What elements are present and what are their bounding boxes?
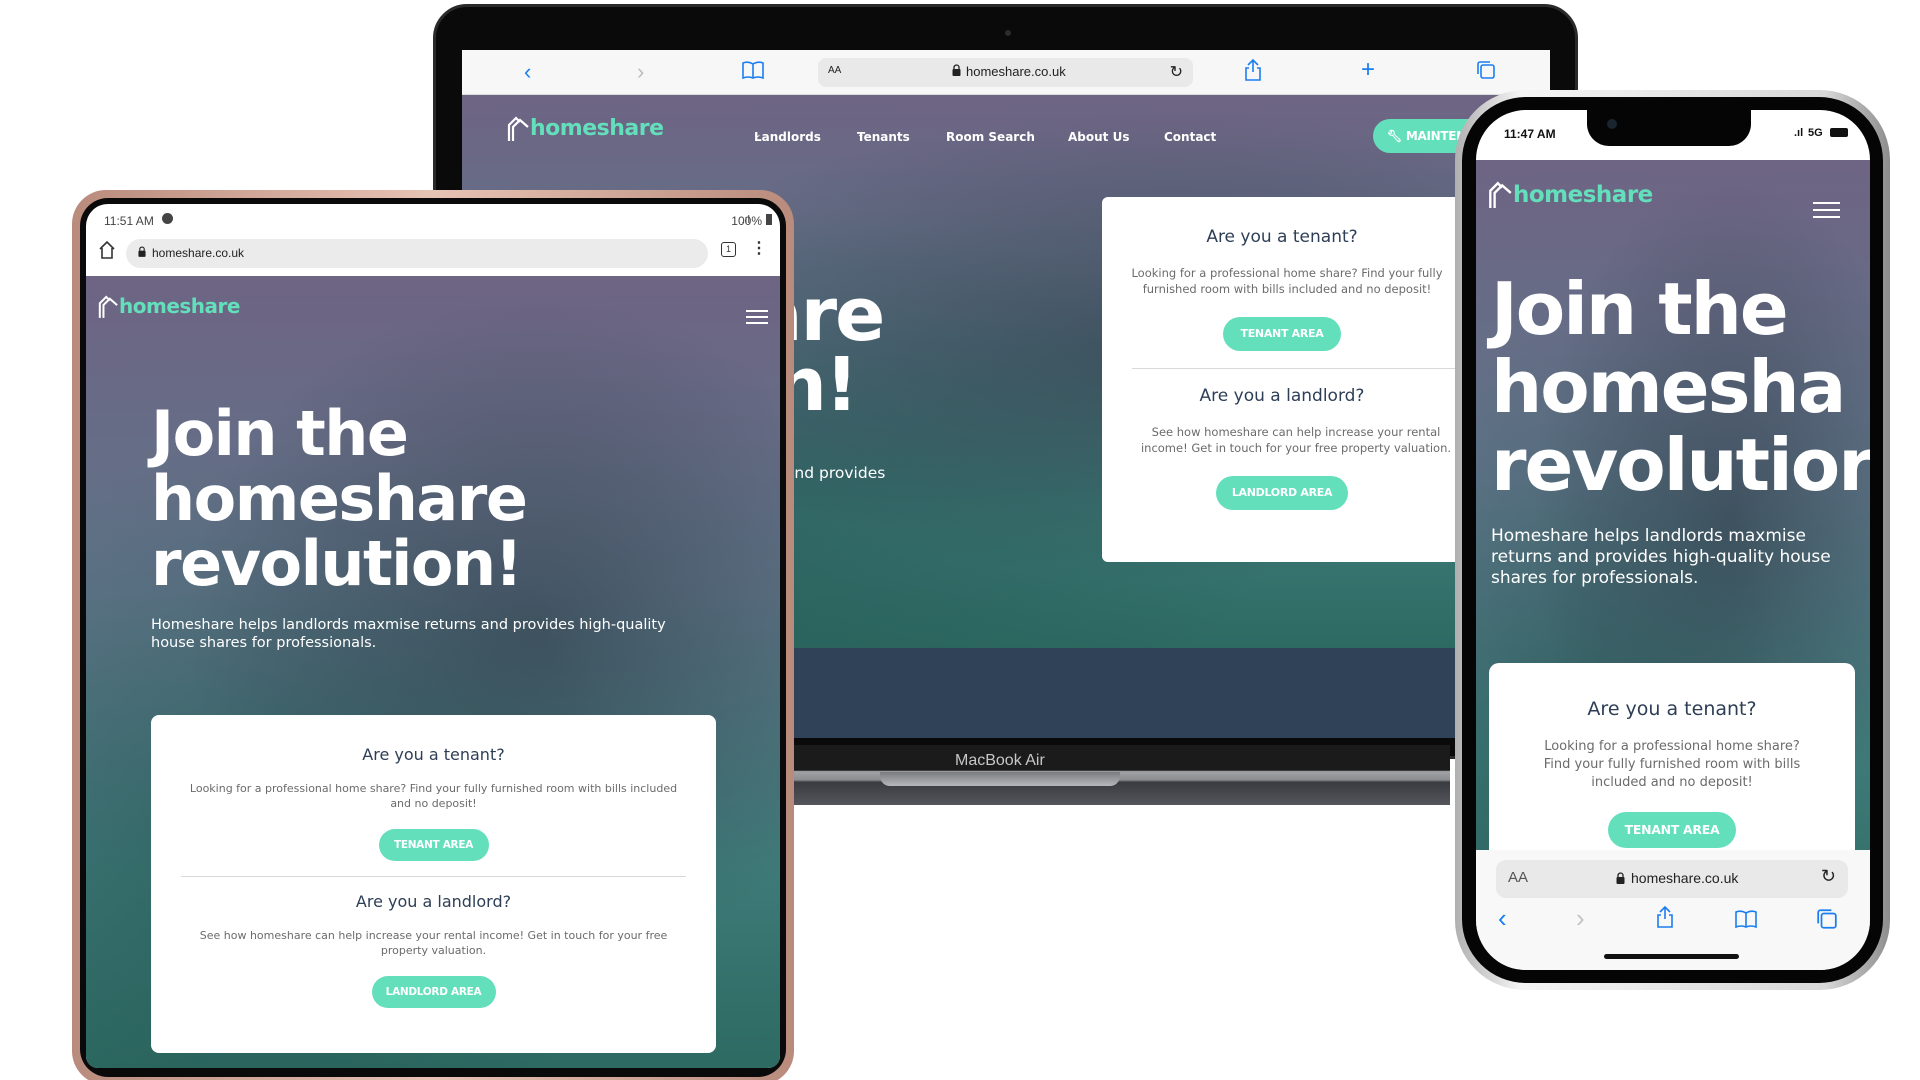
lock-icon: [952, 64, 961, 79]
tenant-area-button[interactable]: TENANT AREA: [1608, 812, 1736, 848]
forward-icon[interactable]: ›: [1576, 903, 1585, 934]
landlord-title: Are you a landlord?: [1199, 386, 1365, 406]
home-indicator[interactable]: [1604, 954, 1739, 959]
nav-label: Landlords: [754, 130, 821, 144]
reload-icon[interactable]: ↻: [1821, 866, 1836, 887]
bookmarks-icon[interactable]: [1734, 909, 1758, 934]
bookmarks-icon[interactable]: [742, 60, 764, 86]
logo-text: homeshare: [530, 116, 664, 141]
tablet-screen: 11:51 AM .ıl 100% homeshare.co.uk 1 ⋮ ho…: [86, 204, 780, 1068]
forward-icon[interactable]: ›: [637, 59, 644, 85]
url-text: homeshare.co.uk: [1631, 870, 1739, 886]
nav-room-search[interactable]: Room Search: [946, 130, 1035, 144]
logo-text: homeshare: [1513, 182, 1653, 208]
reload-icon[interactable]: ↻: [1170, 62, 1183, 82]
url-text: homeshare.co.uk: [152, 246, 245, 260]
wrench-icon: 🔧︎: [1387, 129, 1402, 143]
hamburger-menu-icon[interactable]: [746, 310, 768, 324]
tabs-icon[interactable]: [1816, 908, 1838, 935]
laptop-hinge-notch: [880, 772, 1120, 786]
battery-icon: [1830, 128, 1848, 137]
landlord-title: Are you a landlord?: [355, 892, 512, 911]
heading-line: Join the: [1491, 267, 1789, 351]
new-tab-icon[interactable]: +: [1361, 56, 1375, 84]
share-icon[interactable]: [1656, 905, 1674, 934]
chevron-down-icon: ⌄: [857, 130, 865, 140]
tabs-icon[interactable]: [1476, 60, 1496, 86]
signal-icon: .ıl: [1794, 127, 1804, 139]
hero-heading: Join the homeshare revolution!: [151, 397, 528, 600]
battery-percent: 100%: [731, 214, 762, 228]
address-bar[interactable]: AA homeshare.co.uk ↻: [1496, 860, 1848, 898]
landlord-area-button[interactable]: LANDLORD AREA: [1216, 476, 1348, 510]
address-bar[interactable]: homeshare.co.uk: [126, 239, 708, 268]
heading-line: Join the: [151, 397, 409, 470]
tenant-area-button[interactable]: TENANT AREA: [1223, 317, 1341, 351]
heading-line: revolutior: [1491, 423, 1870, 507]
tablet-hero: homeshare Join the homeshare revolution!…: [86, 276, 780, 1068]
back-icon[interactable]: ‹: [524, 59, 531, 85]
back-icon[interactable]: ‹: [1498, 903, 1507, 934]
spotify-icon: [162, 213, 173, 224]
lock-icon: [1616, 871, 1625, 887]
tenant-text: Looking for a professional home share? F…: [1131, 266, 1443, 296]
heading-line: homeshare: [151, 462, 528, 535]
house-logo-icon: [1489, 181, 1512, 208]
tenant-title: Are you a tenant?: [362, 745, 505, 764]
hero-subtitle: Homeshare helps landlords maxmise return…: [151, 617, 666, 651]
hero-heading: Join the homesha revolutior: [1491, 270, 1870, 504]
logo[interactable]: homeshare: [98, 294, 240, 318]
status-time: 11:51 AM: [104, 214, 154, 228]
laptop-camera: [1005, 30, 1011, 36]
phone-screen: 11:47 AM .ıl 5G homeshare Join the homes…: [1476, 110, 1870, 970]
nav-contact[interactable]: Contact: [1164, 130, 1216, 144]
safari-bottom-bar: AA homeshare.co.uk ↻ ‹ ›: [1476, 850, 1870, 970]
logo[interactable]: homeshare: [507, 115, 664, 141]
tablet-status-bar: 11:51 AM .ıl 100%: [86, 204, 780, 234]
divider: [1132, 368, 1462, 369]
subtitle-line: Homeshare helps landlords maxmise: [1491, 526, 1806, 546]
url-text: homeshare.co.uk: [966, 64, 1066, 79]
hamburger-menu-icon[interactable]: [1813, 202, 1840, 218]
status-time: 11:47 AM: [1504, 127, 1556, 141]
tenant-area-button[interactable]: TENANT AREA: [378, 829, 489, 861]
heading-line: homesha: [1491, 345, 1846, 429]
divider: [181, 876, 686, 877]
house-logo-icon: [507, 116, 529, 141]
home-icon[interactable]: [98, 240, 116, 265]
cta-card: Are you a tenant? Looking for a professi…: [1102, 197, 1462, 562]
nav-about-us[interactable]: About Us: [1068, 130, 1129, 144]
subtitle-line: returns and provides high-quality house: [1491, 547, 1831, 567]
landlord-text: See how homeshare can help increase your…: [1140, 425, 1452, 455]
text-size-button[interactable]: AA: [828, 65, 841, 76]
lock-icon: [138, 246, 146, 260]
logo[interactable]: homeshare: [1488, 180, 1653, 208]
house-logo-icon: [98, 295, 118, 318]
hero-subtitle: Homeshare helps landlords maxmise return…: [1491, 526, 1851, 589]
landlord-area-button[interactable]: LANDLORD AREA: [371, 976, 496, 1008]
landlord-text: See how homeshare can help increase your…: [199, 929, 668, 957]
front-camera: [1607, 119, 1617, 129]
chrome-toolbar: homeshare.co.uk 1 ⋮: [86, 234, 780, 274]
safari-toolbar: ‹ › AA homeshare.co.uk ↻ +: [462, 50, 1550, 95]
network-label: 5G: [1808, 127, 1823, 139]
cta-card: Are you a tenant? Looking for a professi…: [151, 715, 716, 1053]
phone-notch: [1587, 110, 1751, 146]
device-label: MacBook Air: [955, 752, 1045, 769]
subtitle-line: shares for professionals.: [1491, 568, 1699, 588]
more-menu-icon[interactable]: ⋮: [751, 238, 767, 258]
share-icon[interactable]: [1244, 58, 1262, 88]
logo-text: homeshare: [119, 294, 240, 318]
heading-line: revolution!: [151, 527, 523, 600]
tenant-text: Looking for a professional home share? F…: [1543, 739, 1801, 790]
battery-icon: [766, 214, 772, 225]
nav-label: Tenants: [857, 130, 910, 144]
tab-count-button[interactable]: 1: [721, 242, 736, 257]
tenant-title: Are you a tenant?: [1587, 698, 1757, 720]
tenant-text: Looking for a professional home share? F…: [189, 782, 678, 810]
address-bar[interactable]: AA homeshare.co.uk ↻: [818, 58, 1193, 87]
text-size-button[interactable]: AA: [1508, 869, 1528, 886]
tenant-title: Are you a tenant?: [1206, 227, 1358, 247]
chevron-down-icon: ⌄: [754, 130, 762, 140]
